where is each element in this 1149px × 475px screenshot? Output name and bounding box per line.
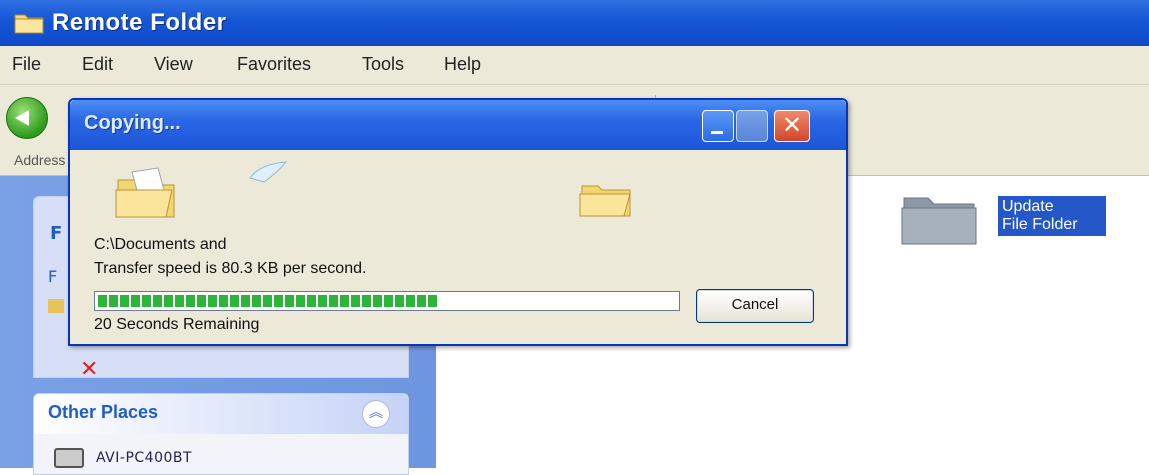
other-places-panel: Other Places ︽ AVI-PC400BT <box>33 393 409 475</box>
dialog-title: Copying... <box>84 112 181 134</box>
menu-favorites[interactable]: Favorites <box>237 54 311 75</box>
folder-name: Update <box>1002 198 1054 215</box>
time-remaining: 20 Seconds Remaining <box>94 316 260 333</box>
cancel-button[interactable]: Cancel <box>696 289 814 323</box>
copying-dialog: Copying... ✕ C:\Documents and Transfer s… <box>68 98 848 346</box>
folder-name-selected[interactable]: Update File Folder <box>998 196 1106 236</box>
network-drive-icon <box>54 448 84 468</box>
source-folder-icon <box>115 167 175 218</box>
copy-progress-bar <box>94 291 680 311</box>
maximize-icon <box>736 110 768 142</box>
menu-bar: File Edit View Favorites Tools Help <box>0 46 1149 85</box>
menu-view[interactable]: View <box>154 54 193 75</box>
minimize-icon[interactable] <box>702 110 734 142</box>
copy-source-path: C:\Documents and <box>94 236 227 253</box>
destination-folder-icon <box>579 185 631 217</box>
flying-document-icon <box>249 161 288 183</box>
menu-tools[interactable]: Tools <box>362 54 404 75</box>
transfer-speed: Transfer speed is 80.3 KB per second. <box>94 260 367 277</box>
close-icon[interactable]: ✕ <box>774 110 810 142</box>
progress-fill <box>98 295 439 307</box>
window-titlebar: Remote Folder <box>0 0 1149 46</box>
menu-file[interactable]: File <box>12 54 41 75</box>
folder-task-icon <box>48 299 64 313</box>
folder-icon <box>14 14 44 34</box>
delete-x-icon[interactable]: ✕ <box>80 357 98 382</box>
folder-type: File Folder <box>1002 216 1078 233</box>
other-places-item[interactable]: AVI-PC400BT <box>96 450 192 466</box>
other-places-title: Other Places <box>48 402 159 422</box>
folder-icon[interactable] <box>900 190 978 248</box>
task-link[interactable]: F <box>48 267 57 286</box>
menu-help[interactable]: Help <box>444 54 481 75</box>
file-tasks-header[interactable]: F <box>50 223 62 244</box>
address-label: Address <box>14 152 66 168</box>
collapse-chevron-icon[interactable]: ︽ <box>362 400 390 428</box>
menu-edit[interactable]: Edit <box>82 54 113 75</box>
dialog-titlebar[interactable]: Copying... ✕ <box>70 100 846 150</box>
back-arrow-icon[interactable] <box>6 97 48 139</box>
other-places-header[interactable]: Other Places ︽ <box>34 394 408 434</box>
window-title: Remote Folder <box>52 9 227 36</box>
